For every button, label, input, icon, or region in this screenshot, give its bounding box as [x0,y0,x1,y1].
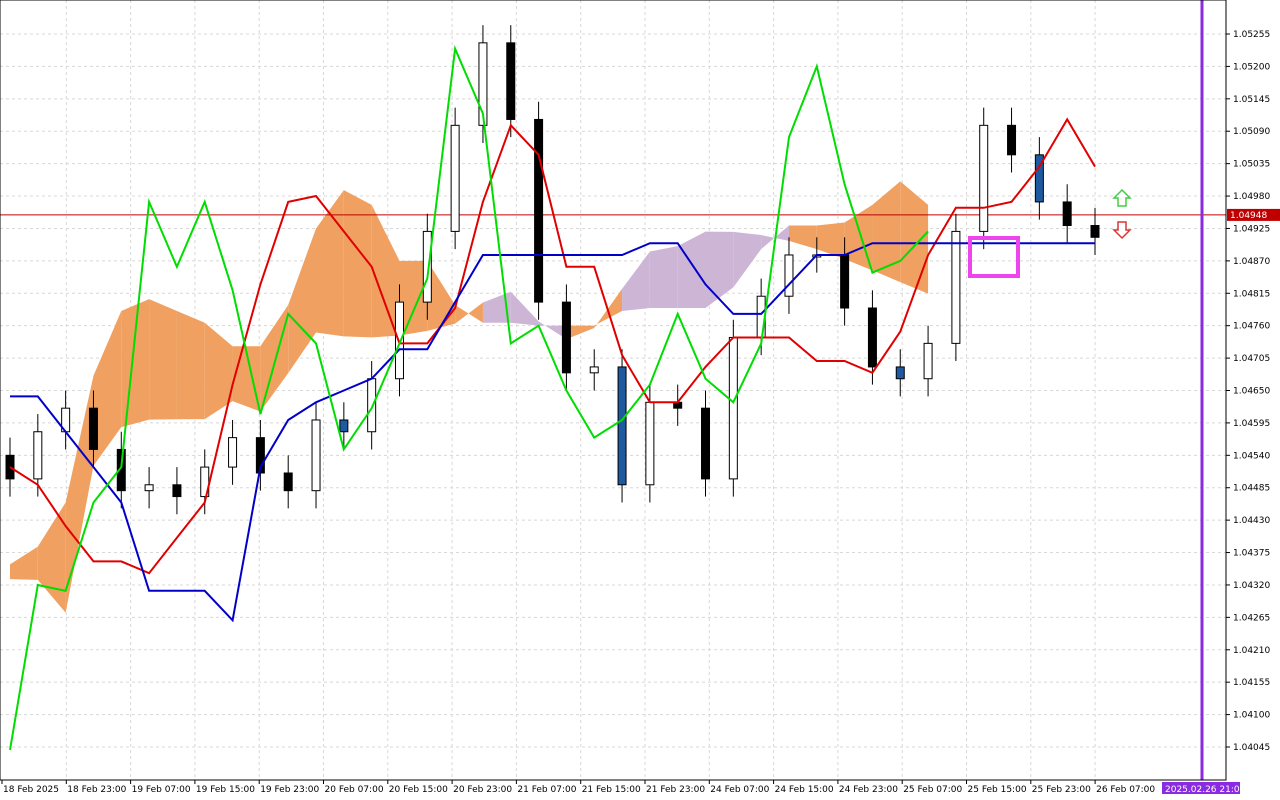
y-tick-label: 1.04540 [1233,451,1270,461]
candle-body [1062,201,1072,227]
x-tick-label: 20 Feb 23:00 [453,785,512,795]
candle-body [367,378,377,433]
y-tick-label: 1.04430 [1233,516,1270,526]
y-tick-label: 1.05090 [1233,127,1270,137]
cloud-segment-bull [343,190,372,338]
candle-body [951,230,961,344]
candle-body [923,342,933,380]
y-tick-label: 1.04155 [1233,678,1270,688]
y-tick-label: 1.04375 [1233,549,1270,559]
candle-body [840,254,850,309]
x-tick-label: 19 Feb 15:00 [196,785,255,795]
candle-body [228,437,238,468]
candle-body [394,301,404,380]
candle-body [895,366,905,380]
x-tick-label: 19 Feb 23:00 [260,785,319,795]
x-tick-label: 26 Feb 07:00 [1096,785,1155,795]
x-tick-label: 25 Feb 15:00 [968,785,1027,795]
ichimoku-chart: 1.04045 1.04100 1.04155 1.04210 1.04265 1.043… [0,0,1280,800]
candle-body [422,230,432,303]
current-price-tag: 1.04948 [1227,208,1280,221]
y-tick-label: 1.04595 [1233,419,1270,429]
y-tick-label: 1.04210 [1233,646,1270,656]
candle-body [33,431,43,480]
y-tick-label: 1.05035 [1233,160,1270,170]
y-tick-label: 1.04100 [1233,711,1270,721]
candle-body [311,419,321,492]
y-tick-label: 1.05200 [1233,62,1270,72]
y-tick-label: 1.04815 [1233,289,1270,299]
x-tick-label: 25 Feb 23:00 [1032,785,1091,795]
x-tick-label: 21 Feb 15:00 [582,785,641,795]
candle-body [784,254,794,297]
candle-body [589,366,599,374]
candle-body [979,124,989,232]
x-tick-label: 19 Feb 07:00 [132,785,191,795]
x-tick-label: 24 Feb 23:00 [839,785,898,795]
current-price-label: 1.04948 [1230,211,1267,221]
candle-body [172,484,182,498]
y-tick-label: 1.04980 [1233,192,1270,202]
candle-body [645,401,655,486]
y-tick-label: 1.04760 [1233,322,1270,332]
candle-body [867,307,877,368]
candle-body [1007,124,1017,156]
y-tick-label: 1.04045 [1233,743,1270,753]
x-tick-label: 25 Feb 07:00 [903,785,962,795]
cloud-segment-bull [176,310,205,420]
time-marker-tag: 2025.02.26 21:00 [1162,782,1246,795]
y-tick-label: 1.05255 [1233,30,1270,40]
y-tick-label: 1.04650 [1233,387,1270,397]
candle-body [1090,225,1100,238]
candle-body [506,42,516,120]
candle-body [144,484,154,492]
candle-body [534,118,544,303]
cloud-segment-bull [121,299,150,428]
y-tick-label: 1.04485 [1233,484,1270,494]
y-tick-label: 1.04265 [1233,613,1270,623]
x-tick-label: 21 Feb 23:00 [646,785,705,795]
candle-body [88,407,98,450]
candle-body [701,407,711,480]
candle-body [728,336,738,480]
cloud-segment-bear [649,246,678,309]
time-marker-label: 2025.02.26 21:00 [1165,785,1246,795]
x-tick-label: 18 Feb 2025 [3,785,59,795]
y-tick-label: 1.04870 [1233,257,1270,267]
y-tick-label: 1.04320 [1233,581,1270,591]
cloud-segment-bull [149,299,177,420]
y-tick-label: 1.04925 [1233,224,1270,234]
candle-body [339,419,349,433]
candle-body [617,366,627,486]
x-tick-label: 24 Feb 07:00 [710,785,769,795]
y-tick-label: 1.05145 [1233,95,1270,105]
candle-body [561,301,571,374]
x-tick-label: 18 Feb 23:00 [67,785,126,795]
y-tick-label: 1.04705 [1233,354,1270,364]
x-tick-label: 20 Feb 15:00 [389,785,448,795]
x-tick-label: 20 Feb 07:00 [325,785,384,795]
x-tick-label: 24 Feb 15:00 [775,785,834,795]
candle-body [450,124,460,232]
candle-body [283,472,293,492]
x-tick-label: 21 Feb 07:00 [517,785,576,795]
